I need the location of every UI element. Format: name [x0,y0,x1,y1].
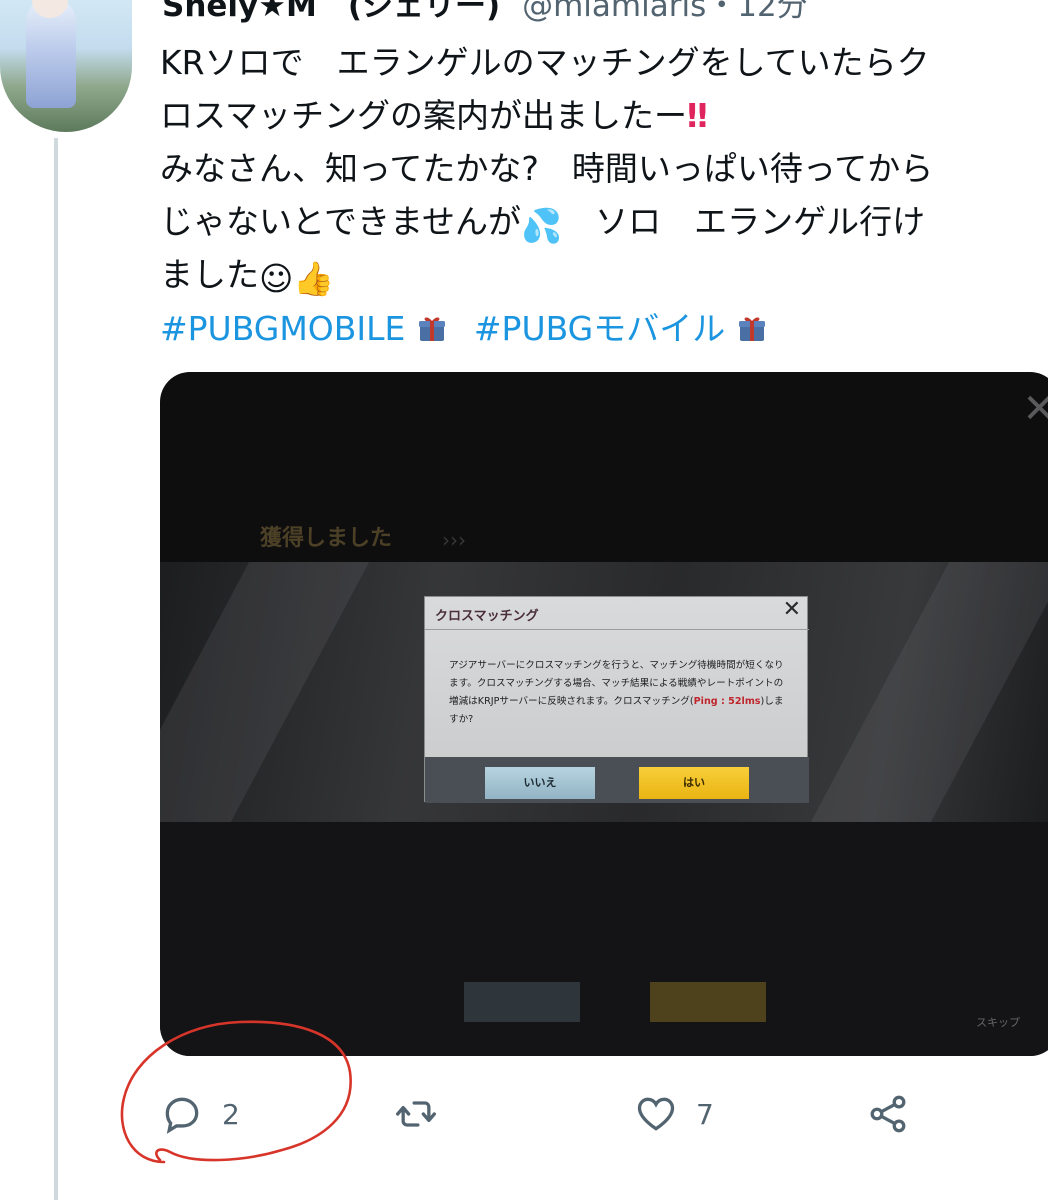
tweet-header: Shely★M (シェリー) @miamiaris・12分 [162,0,808,26]
dialog-close-icon: ✕ [782,597,801,622]
dialog-button-band [425,757,809,803]
hashtags: #PUBGMOBILE #PUBGモバイル [160,302,783,355]
tweet-line-2-text: ロスマッチングの案内が出ましたー [160,96,688,135]
display-name[interactable]: Shely★M (シェリー) [162,0,500,24]
chevron-icon: ››› [442,528,466,552]
gift-icon [419,317,446,341]
dialog-message: アジアサーバーにクロスマッチングを行うと、マッチング待機時間が短くなります。クロ… [449,657,789,729]
hashtag-pubgmobile[interactable]: #PUBGMOBILE [160,309,405,348]
dialog-title: クロスマッチング [435,609,539,624]
cross-matching-dialog: クロスマッチング ✕ アジアサーバーにクロスマッチングを行うと、マッチング待機時… [424,596,809,803]
faded-game-title: 獲得しました [260,526,393,551]
tweet-line-1: KRソロで エランゲルのマッチングをしていたらク [160,43,930,82]
game-background-bottom [160,822,1048,1056]
tweet-line-5-text: ました [160,255,259,294]
dialog-divider [425,629,809,630]
ping-value: Ping : 52lms [693,696,761,707]
like-count: 7 [696,1097,714,1131]
reply-icon [165,1097,199,1134]
sweat-droplets-emoji: 💦 [521,206,563,245]
hashtag-pubg-mobile-jp[interactable]: #PUBGモバイル [474,309,725,348]
reply-count: 2 [222,1097,240,1131]
tweet-text: KRソロで エランゲルのマッチングをしていたらク ロスマッチングの案内が出ました… [160,36,1048,301]
skip-label: スキップ [976,1016,1020,1029]
retweet-button[interactable] [394,1088,438,1140]
handle-and-time[interactable]: @miamiaris・12分 [522,0,808,24]
faded-button-right [650,982,766,1022]
dialog-no-button: いいえ [485,767,595,799]
close-icon: ✕ [1022,386,1048,432]
reply-button[interactable]: 2 [160,1088,240,1140]
smile-thumbs-emoji: ☺👍 [259,259,335,298]
tweet-line-4: じゃないとできませんが💦 ソロ エランゲル行け [160,195,1048,248]
tweet-line-2: ロスマッチングの案内が出ましたー‼ [160,89,1048,142]
like-button[interactable]: 7 [634,1088,714,1140]
share-icon [870,1095,906,1133]
dialog-yes-button: はい [639,767,749,799]
gift-icon [739,317,766,341]
double-exclamation-emoji: ‼ [687,96,708,135]
like-icon [637,1097,675,1131]
tweet-line-4a-text: じゃないとできませんが [160,202,522,241]
attached-image[interactable]: ✕ 獲得しました ››› スキップ クロスマッチング ✕ アジアサーバーにクロス… [160,372,1048,1056]
share-button[interactable] [866,1088,910,1140]
tweet-line-5: ました☺👍 [160,248,1048,301]
thread-connector-line [54,138,58,1200]
retweet-icon [396,1101,436,1127]
tweet-line-4b-text: ソロ エランゲル行け [562,202,926,241]
avatar[interactable] [0,0,132,132]
tweet-line-3: みなさん、知ってたかな? 時間いっぱい待ってから [160,149,934,188]
faded-button-left [464,982,580,1022]
